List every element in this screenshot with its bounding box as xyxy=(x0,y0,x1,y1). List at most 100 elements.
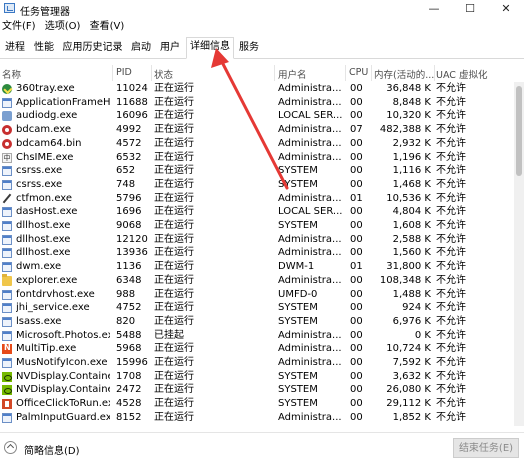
column-memory[interactable]: 内存(活动的... xyxy=(374,67,434,81)
tab-processes[interactable]: 进程 xyxy=(2,39,28,57)
table-row[interactable]: audiodg.exe 16096 正在运行 LOCAL SER... 00 10,320… xyxy=(0,109,512,123)
process-status: 正在运行 xyxy=(154,137,194,149)
process-uac: 不允许 xyxy=(436,165,466,177)
process-memory: 3,632 K xyxy=(392,370,431,382)
table-row[interactable]: bdcam64.bin 4572 正在运行 Administra... 00 2,932 … xyxy=(0,137,512,151)
process-uac: 不允许 xyxy=(436,329,466,341)
table-row[interactable]: bdcam.exe 4992 正在运行 Administra... 07 482,388 … xyxy=(0,123,512,137)
column-divider[interactable] xyxy=(434,65,435,81)
column-divider[interactable] xyxy=(371,65,372,81)
table-row[interactable]: lsass.exe 820 正在运行 SYSTEM 00 6,976 K 不允许 xyxy=(0,315,512,329)
nvidia-icon xyxy=(2,385,12,396)
tab-performance[interactable]: 性能 xyxy=(32,39,56,57)
maximize-button[interactable]: ☐ xyxy=(452,0,488,18)
process-pid: 11688 xyxy=(116,96,148,108)
column-username[interactable]: 用户名 xyxy=(278,67,342,81)
column-pid[interactable]: PID xyxy=(116,67,150,78)
table-row[interactable]: dasHost.exe 1696 正在运行 LOCAL SER... 00 4,804 K… xyxy=(0,205,512,219)
table-row[interactable]: fontdrvhost.exe 988 正在运行 UMFD-0 00 1,488 K 不允许 xyxy=(0,288,512,302)
process-cpu: 00 xyxy=(350,302,363,314)
tab-bar: 进程 性能 应用历史记录 启动 用户 详细信息 服务 xyxy=(0,37,524,59)
column-uac[interactable]: UAC 虚拟化 xyxy=(436,67,496,81)
tab-details[interactable]: 详细信息 xyxy=(186,37,234,59)
process-user: Administra... xyxy=(278,151,342,163)
process-status: 正在运行 xyxy=(154,96,194,108)
column-name[interactable]: 名称 xyxy=(2,67,102,81)
record-icon xyxy=(2,138,12,149)
process-memory: 29,112 K xyxy=(386,398,431,410)
process-name: NVDisplay.Containe... xyxy=(16,384,110,396)
column-divider[interactable] xyxy=(345,65,346,81)
app-window-icon xyxy=(2,248,12,259)
collapse-chevron-icon[interactable] xyxy=(4,441,17,454)
table-row[interactable]: csrss.exe 652 正在运行 SYSTEM 00 1,116 K 不允许 xyxy=(0,164,512,178)
menu-view[interactable]: 查看(V) xyxy=(88,19,127,34)
close-button[interactable]: ✕ xyxy=(488,0,524,18)
tab-users[interactable]: 用户 xyxy=(158,39,182,57)
app-window-icon xyxy=(2,207,12,218)
tab-app-history[interactable]: 应用历史记录 xyxy=(61,39,124,57)
table-row[interactable]: NVDisplay.Containe... 1708 正在运行 SYSTEM 00 3,6… xyxy=(0,370,512,384)
table-row[interactable]: NVDisplay.Containe... 2472 正在运行 SYSTEM 00 26,… xyxy=(0,383,512,397)
table-row[interactable]: csrss.exe 748 正在运行 SYSTEM 00 1,468 K 不允许 xyxy=(0,178,512,192)
tab-services[interactable]: 服务 xyxy=(237,39,261,57)
process-status: 正在运行 xyxy=(154,357,194,368)
table-row[interactable]: dllhost.exe 9068 正在运行 SYSTEM 00 1,608 K 不允许 xyxy=(0,219,512,233)
process-status: 正在运行 xyxy=(154,384,194,396)
process-pid: 1708 xyxy=(116,370,142,382)
process-cpu: 00 xyxy=(350,384,363,396)
process-name: audiodg.exe xyxy=(16,110,78,122)
table-row[interactable]: jhi_service.exe 4752 正在运行 SYSTEM 00 924 K 不允许 xyxy=(0,301,512,315)
tab-startup[interactable]: 启动 xyxy=(129,39,153,57)
table-row[interactable]: Microsoft.Photos.exe 5488 已挂起 Administra...… xyxy=(0,329,512,343)
process-status: 正在运行 xyxy=(154,370,194,382)
process-status: 正在运行 xyxy=(154,151,194,163)
process-cpu: 00 xyxy=(350,288,363,300)
process-status: 正在运行 xyxy=(154,411,194,423)
minimize-button[interactable]: — xyxy=(416,0,452,18)
process-uac: 不允许 xyxy=(436,274,466,286)
table-row[interactable]: dllhost.exe 13936 正在运行 Administra... 00 1,560… xyxy=(0,246,512,260)
table-row[interactable]: MultiTip.exe 5968 正在运行 Administra... 00 10,72… xyxy=(0,342,512,356)
process-cpu: 00 xyxy=(350,329,363,341)
menu-options[interactable]: 选项(O) xyxy=(43,19,83,34)
process-name: ctfmon.exe xyxy=(16,192,73,204)
fewer-details-link[interactable]: 简略信息(D) xyxy=(24,442,80,457)
table-row[interactable]: ApplicationFrameH... 11688 正在运行 Administra.… xyxy=(0,96,512,110)
process-uac: 不允许 xyxy=(436,124,466,136)
table-row[interactable]: explorer.exe 6348 正在运行 Administra... 00 108,3… xyxy=(0,273,512,288)
process-uac: 不允许 xyxy=(436,411,466,423)
column-divider[interactable] xyxy=(112,65,113,81)
process-uac: 不允许 xyxy=(436,96,466,108)
column-divider[interactable] xyxy=(274,65,275,81)
table-row[interactable]: 中 ChsIME.exe 6532 正在运行 Administra... 00 1,196 … xyxy=(0,151,512,165)
table-row[interactable]: MusNotifyIcon.exe 15996 正在运行 Administra... 0… xyxy=(0,356,512,370)
table-row[interactable]: dwm.exe 1136 正在运行 DWM-1 01 31,800 K 不允许 xyxy=(0,260,512,274)
end-task-button[interactable]: 结束任务(E) xyxy=(453,438,519,458)
green-check-icon xyxy=(2,84,12,94)
column-status[interactable]: 状态 xyxy=(154,67,264,81)
process-name: bdcam64.bin xyxy=(16,137,82,149)
process-name: dasHost.exe xyxy=(16,206,78,218)
table-row[interactable]: OfficeClickToRun.exe 4528 正在运行 SYSTEM 00 29,1… xyxy=(0,397,512,411)
process-memory: 2,588 K xyxy=(392,233,431,245)
scrollbar-thumb[interactable] xyxy=(516,86,522,176)
process-user: SYSTEM xyxy=(278,178,318,190)
process-pid: 12120 xyxy=(116,233,148,245)
column-divider[interactable] xyxy=(151,65,152,81)
vertical-scrollbar[interactable] xyxy=(514,82,524,426)
process-memory: 7,592 K xyxy=(392,357,431,368)
menu-file[interactable]: 文件(F) xyxy=(0,19,38,34)
process-user: Administra... xyxy=(278,137,342,149)
table-row[interactable]: ctfmon.exe 5796 正在运行 Administra... 01 10,536 … xyxy=(0,192,512,206)
table-row[interactable]: 360tray.exe 11024 正在运行 Administra... 00 36,84… xyxy=(0,82,512,96)
process-cpu: 00 xyxy=(350,206,363,218)
process-user: UMFD-0 xyxy=(278,288,318,300)
process-user: SYSTEM xyxy=(278,315,318,327)
title-bar: 任务管理器 — ☐ ✕ xyxy=(0,0,524,18)
process-name: explorer.exe xyxy=(16,274,78,286)
table-row[interactable]: dllhost.exe 12120 正在运行 Administra... 00 2,588… xyxy=(0,233,512,247)
column-cpu[interactable]: CPU xyxy=(349,67,371,78)
table-row[interactable]: PalmInputGuard.exe 8152 正在运行 Administra... 0… xyxy=(0,411,512,425)
process-status: 正在运行 xyxy=(154,83,194,94)
